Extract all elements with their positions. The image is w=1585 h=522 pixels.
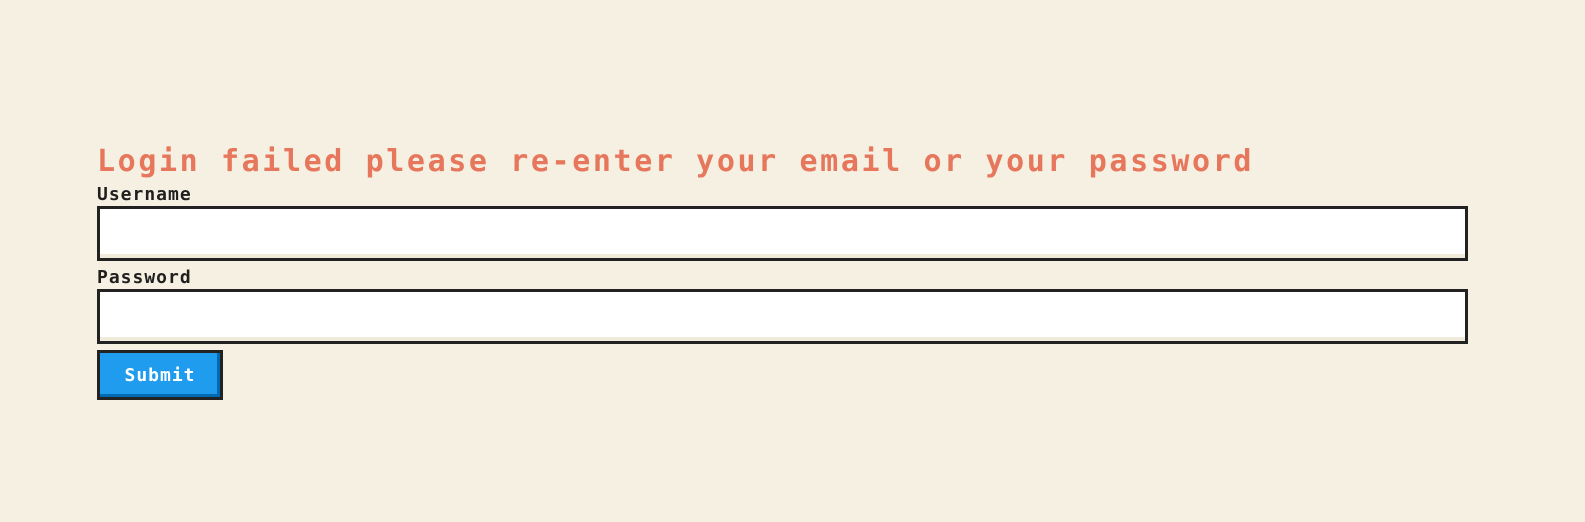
login-error-message: Login failed please re-enter your email … — [97, 144, 1255, 179]
password-input[interactable] — [97, 289, 1468, 344]
submit-button[interactable]: Submit — [97, 350, 223, 400]
login-form: Login failed please re-enter your email … — [97, 140, 1468, 400]
password-label: Password — [97, 267, 192, 288]
username-label: Username — [97, 184, 192, 205]
username-input[interactable] — [97, 206, 1468, 261]
